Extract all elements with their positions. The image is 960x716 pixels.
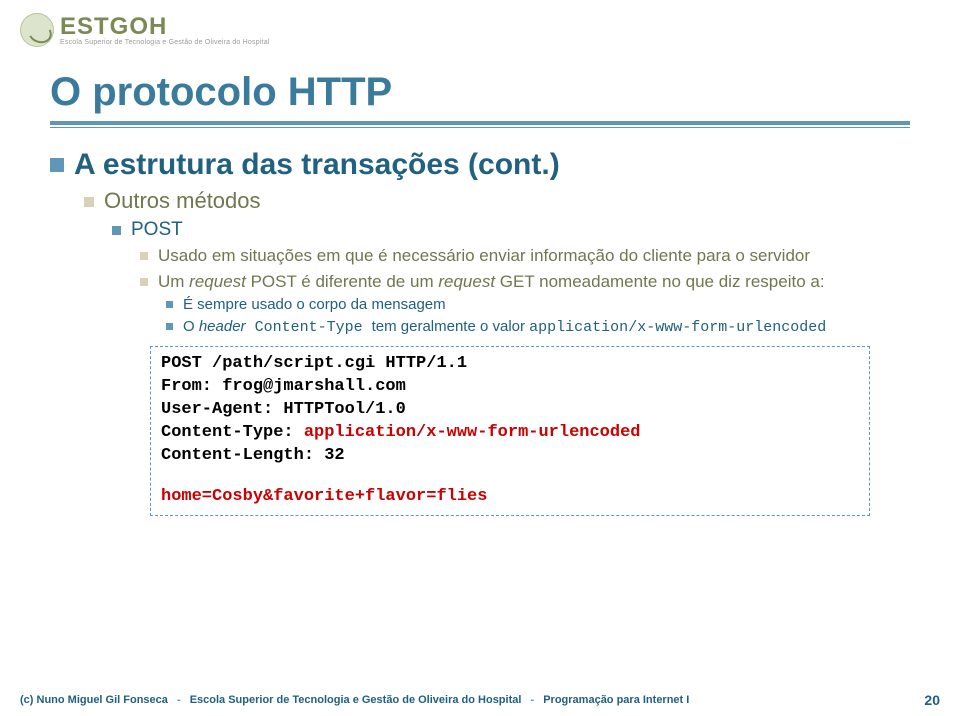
text-fragment: Um <box>158 272 189 291</box>
italic-header: header <box>199 318 246 335</box>
code-line: POST /path/script.cgi HTTP/1.1 <box>161 353 859 376</box>
bullet-marker-square-icon <box>84 197 94 207</box>
text-fragment: POST é diferente de um <box>246 272 438 291</box>
code-body-line: home=Cosby&favorite+flavor=flies <box>161 486 859 509</box>
bullet-level2: Outros métodos <box>84 188 910 214</box>
mono-mime-value: application/x-www-form-urlencoded <box>529 319 826 336</box>
level3-text: POST <box>131 218 183 243</box>
code-blank-line <box>161 468 859 486</box>
http-example-box: POST /path/script.cgi HTTP/1.1 From: fro… <box>150 346 870 516</box>
code-line: Content-Type: application/x-www-form-url… <box>161 422 859 445</box>
bullet-marker-square-icon <box>140 278 148 286</box>
code-line: User-Agent: HTTPTool/1.0 <box>161 399 859 422</box>
logo-icon <box>20 13 54 47</box>
bullet-level5: É sempre usado o corpo da mensagem <box>166 295 910 315</box>
bullet-level3: POST <box>112 218 910 243</box>
level4a-text: Usado em situações em que é necessário e… <box>158 245 810 267</box>
level5a-text: É sempre usado o corpo da mensagem <box>183 295 446 315</box>
bullet-level1: A estrutura das transações (cont.) <box>50 148 910 182</box>
slide-header: ESTGOH Escola Superior de Tecnologia e G… <box>0 0 960 60</box>
footer-separator-icon: - <box>524 694 540 706</box>
text-fragment: O <box>183 318 199 335</box>
code-line: Content-Length: 32 <box>161 445 859 468</box>
footer-school: Escola Superior de Tecnologia e Gestão d… <box>190 694 522 706</box>
bullet-marker-square-icon <box>112 226 121 235</box>
footer-author: (c) Nuno Miguel Gil Fonseca <box>20 694 168 706</box>
slide-content: O protocolo HTTP A estrutura das transaç… <box>0 60 960 516</box>
bullet-level4: Um request POST é diferente de um reques… <box>140 271 910 293</box>
level5b-text: O header Content-Type tem geralmente o v… <box>183 317 826 338</box>
bullet-marker-square-icon <box>166 323 173 330</box>
bullet-marker-square-icon <box>50 158 64 172</box>
bullet-marker-square-icon <box>166 301 173 308</box>
level4b-text: Um request POST é diferente de um reques… <box>158 271 825 293</box>
slide-title: O protocolo HTTP <box>50 70 910 115</box>
bullet-level4: Usado em situações em que é necessário e… <box>140 245 910 267</box>
page-number: 20 <box>924 692 940 708</box>
bullet-level5: O header Content-Type tem geralmente o v… <box>166 317 910 338</box>
school-logo: ESTGOH Escola Superior de Tecnologia e G… <box>20 13 270 47</box>
logo-acronym: ESTGOH <box>60 15 270 39</box>
code-content-type-value: application/x-www-form-urlencoded <box>304 423 641 442</box>
title-divider-thin <box>50 127 910 128</box>
slide-footer: (c) Nuno Miguel Gil Fonseca - Escola Sup… <box>0 692 960 708</box>
italic-request: request <box>189 272 246 291</box>
logo-fullname: Escola Superior de Tecnologia e Gestão d… <box>60 39 270 46</box>
subtitle: A estrutura das transações (cont.) <box>74 148 560 182</box>
title-divider-thick <box>50 121 910 125</box>
code-fragment: Content-Type: <box>161 423 304 442</box>
text-fragment: GET nomeadamente no que diz respeito a: <box>495 272 825 291</box>
logo-text: ESTGOH Escola Superior de Tecnologia e G… <box>60 15 270 46</box>
code-line: From: frog@jmarshall.com <box>161 376 859 399</box>
bullet-marker-square-icon <box>140 252 148 260</box>
footer-left: (c) Nuno Miguel Gil Fonseca - Escola Sup… <box>20 694 689 706</box>
level2-text: Outros métodos <box>104 188 261 214</box>
italic-request: request <box>438 272 495 291</box>
footer-separator-icon: - <box>171 694 187 706</box>
mono-content-type: Content-Type <box>246 319 372 336</box>
text-fragment: tem geralmente o valor <box>372 318 530 335</box>
footer-course: Programação para Internet I <box>543 694 689 706</box>
